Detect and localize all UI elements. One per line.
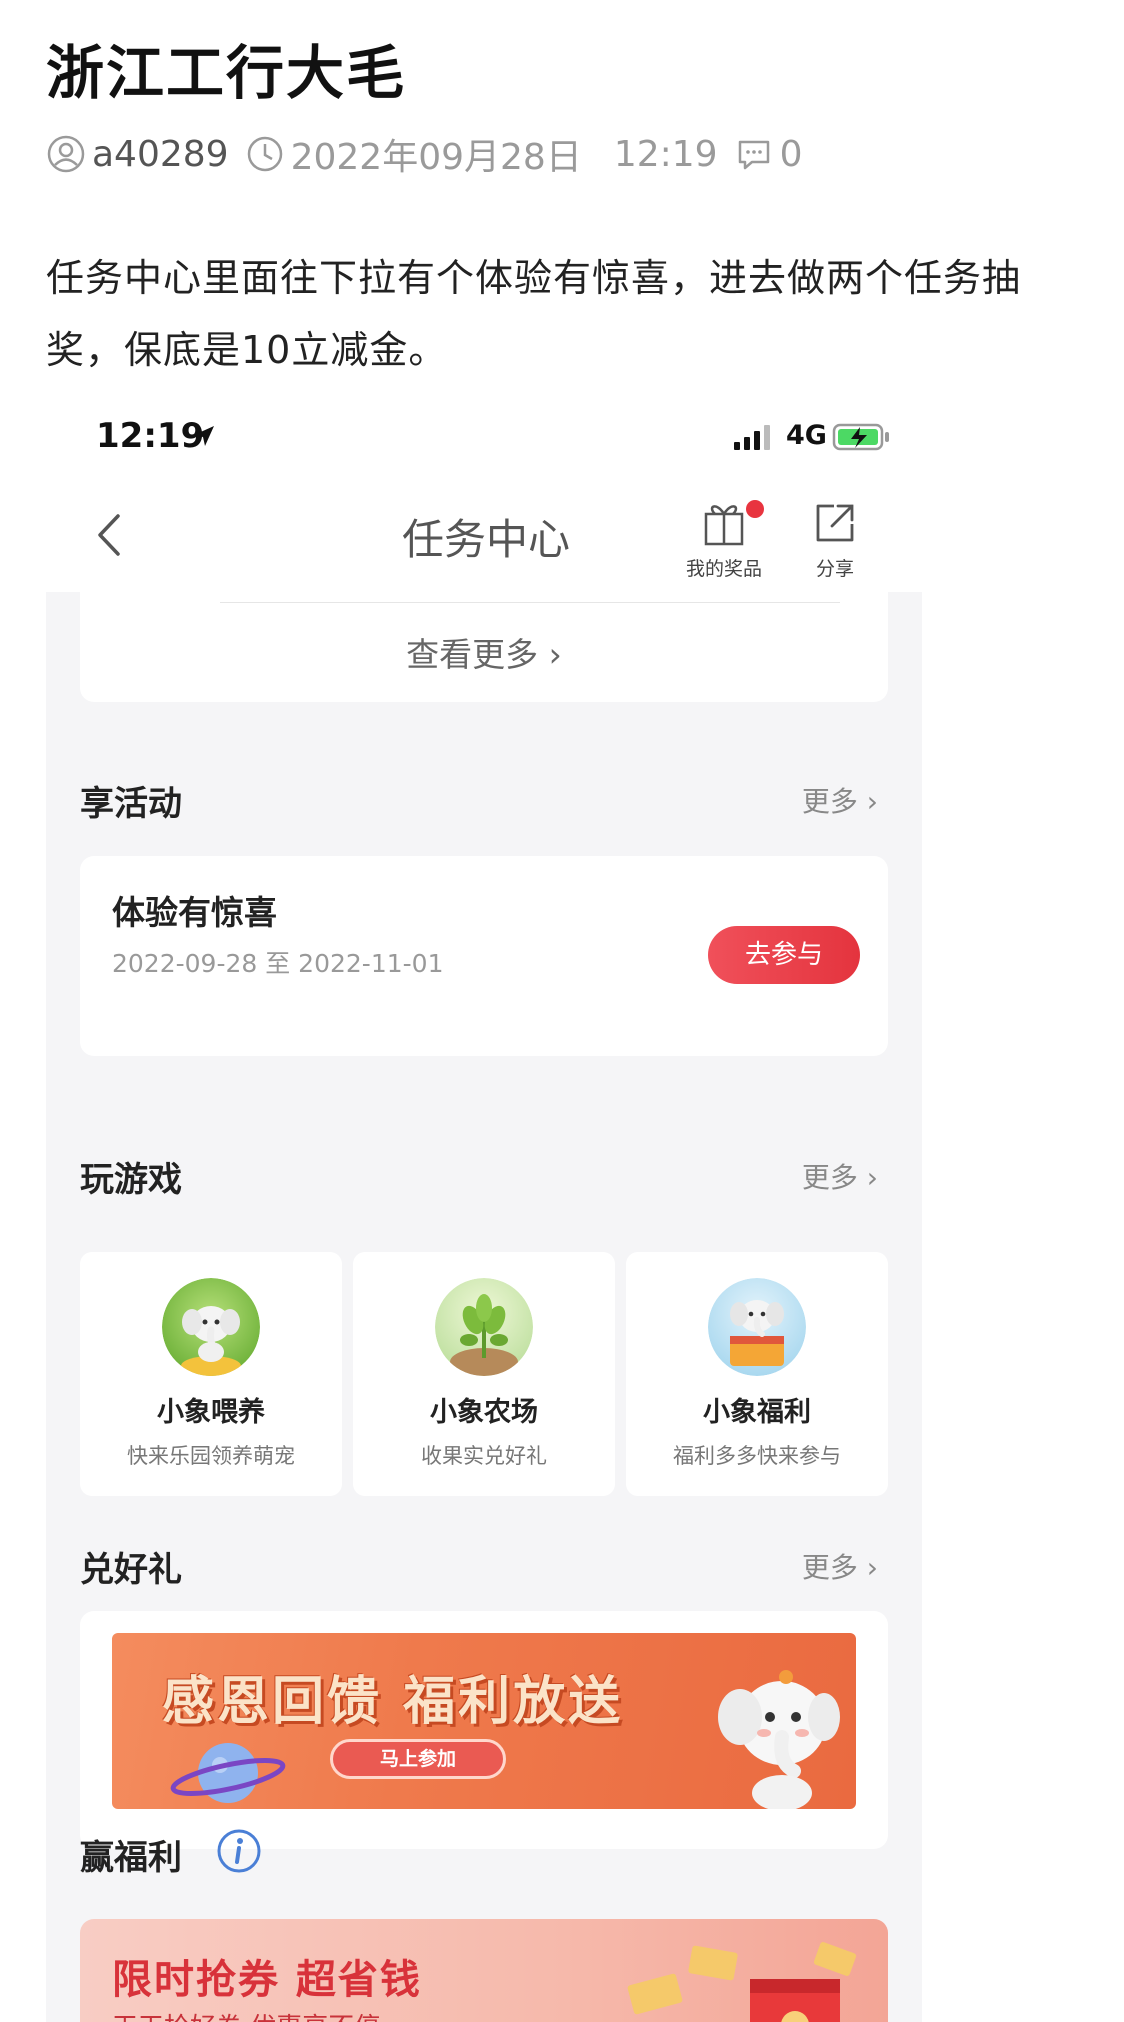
game-card[interactable]: 小象农场 收果实兑好礼 bbox=[353, 1252, 615, 1496]
activity-name: 体验有惊喜 bbox=[112, 893, 277, 932]
gift-icon bbox=[704, 505, 744, 546]
comment-count: 0 bbox=[779, 133, 803, 175]
author-name[interactable]: a40289 bbox=[92, 134, 229, 175]
activity-section-title: 享活动 bbox=[80, 784, 182, 824]
article-body: 任务中心里面往下拉有个体验有惊喜，进去做两个任务抽奖，保底是10立减金。 bbox=[46, 256, 1022, 372]
elephant-feeding-image bbox=[162, 1278, 260, 1376]
status-time: 12:19 bbox=[96, 416, 205, 456]
phone-screenshot: 12:19 4G 任务中心 我的奖品 分享 查看更多 › 享活动 更多 › 体验… bbox=[46, 400, 922, 2022]
article-meta: a40289 2022年09月28日 12:19 0 bbox=[46, 130, 803, 178]
location-arrow-icon bbox=[194, 426, 214, 446]
banner-title: 感恩回馈 福利放送 bbox=[162, 1672, 624, 1732]
user-icon bbox=[46, 134, 86, 174]
comment-icon[interactable] bbox=[734, 134, 774, 174]
view-more-label: 查看更多 bbox=[406, 635, 539, 674]
post-time: 12:19 bbox=[613, 133, 718, 175]
activity-more-link[interactable]: 更多 › bbox=[802, 780, 878, 820]
games-more-label: 更多 bbox=[801, 1161, 858, 1194]
welfare-section-title: 赢福利 bbox=[80, 1838, 182, 1878]
share-button[interactable]: 分享 bbox=[800, 500, 870, 584]
game-card[interactable]: 小象福利 福利多多快来参与 bbox=[626, 1252, 888, 1496]
view-more-link[interactable]: 查看更多 › bbox=[80, 628, 888, 676]
clock-icon bbox=[245, 134, 285, 174]
coupon-gift-icon bbox=[627, 1942, 857, 2022]
game-name: 小象农场 bbox=[430, 1397, 538, 1428]
game-desc: 收果实兑好礼 bbox=[421, 1444, 547, 1468]
back-chevron-icon[interactable] bbox=[90, 512, 130, 558]
status-bar: 12:19 4G bbox=[46, 400, 922, 476]
info-icon[interactable] bbox=[216, 1828, 262, 1874]
welfare-section-header: 赢福利 bbox=[80, 1824, 888, 1884]
tasks-card: 查看更多 › bbox=[80, 592, 888, 702]
battery-charging-icon bbox=[832, 423, 889, 451]
network-type: 4G bbox=[786, 420, 827, 451]
gifts-section-title: 兑好礼 bbox=[80, 1550, 182, 1590]
article-title: 浙江工行大毛 bbox=[46, 39, 407, 107]
elephant-welfare-image bbox=[708, 1278, 806, 1376]
game-desc: 福利多多快来参与 bbox=[673, 1444, 841, 1468]
share-label: 分享 bbox=[815, 558, 854, 580]
signal-icon bbox=[734, 425, 770, 450]
game-card[interactable]: 小象喂养 快来乐园领养萌宠 bbox=[80, 1252, 342, 1496]
gifts-more-label: 更多 bbox=[801, 1551, 858, 1584]
activity-more-label: 更多 bbox=[801, 785, 858, 818]
page-title: 任务中心 bbox=[401, 515, 570, 564]
activity-date-range: 2022-09-28 至 2022-11-01 bbox=[112, 949, 444, 978]
elephant-farm-image bbox=[435, 1278, 533, 1376]
planet-icon bbox=[170, 1743, 286, 1803]
post-date: 2022年09月28日 bbox=[290, 137, 582, 178]
promo-subtitle: 天天抢好券 优惠享不停 bbox=[112, 2007, 380, 2022]
notification-dot bbox=[746, 500, 764, 518]
game-name: 小象福利 bbox=[703, 1397, 811, 1428]
my-prizes-button[interactable]: 我的奖品 bbox=[674, 500, 774, 584]
gifts-card: 感恩回馈 福利放送 马上参加 bbox=[80, 1611, 888, 1849]
chevron-right-icon: › bbox=[857, 1161, 878, 1194]
games-section-header: 玩游戏 更多 › bbox=[80, 1146, 888, 1206]
coupon-promo-banner[interactable]: 限时抢券 超省钱 天天抢好券 优惠享不停 bbox=[80, 1919, 888, 2022]
promo-banner[interactable]: 感恩回馈 福利放送 马上参加 bbox=[112, 1633, 856, 1809]
elephant-mascot-icon bbox=[718, 1670, 840, 1809]
chevron-right-icon: › bbox=[857, 1551, 878, 1584]
chevron-right-icon: › bbox=[857, 785, 878, 818]
activity-card[interactable]: 体验有惊喜 2022-09-28 至 2022-11-01 去参与 bbox=[80, 856, 888, 1056]
chevron-right-icon: › bbox=[538, 635, 562, 674]
games-section-title: 玩游戏 bbox=[80, 1160, 182, 1200]
gifts-section-header: 兑好礼 更多 › bbox=[80, 1536, 888, 1596]
game-desc: 快来乐园领养萌宠 bbox=[127, 1444, 295, 1468]
gifts-more-link[interactable]: 更多 › bbox=[802, 1546, 878, 1586]
task-center-content: 查看更多 › 享活动 更多 › 体验有惊喜 2022-09-28 至 2022-… bbox=[46, 592, 922, 2022]
game-name: 小象喂养 bbox=[157, 1397, 265, 1428]
share-icon bbox=[816, 504, 854, 542]
nav-bar: 任务中心 我的奖品 分享 bbox=[46, 476, 922, 592]
my-prizes-label: 我的奖品 bbox=[685, 558, 762, 580]
divider bbox=[220, 602, 840, 603]
join-now-button[interactable]: 马上参加 bbox=[330, 1739, 506, 1779]
join-activity-button[interactable]: 去参与 bbox=[708, 926, 860, 984]
promo-title: 限时抢券 超省钱 bbox=[112, 1957, 422, 2003]
activity-section-header: 享活动 更多 › bbox=[80, 770, 888, 830]
games-more-link[interactable]: 更多 › bbox=[802, 1156, 878, 1196]
